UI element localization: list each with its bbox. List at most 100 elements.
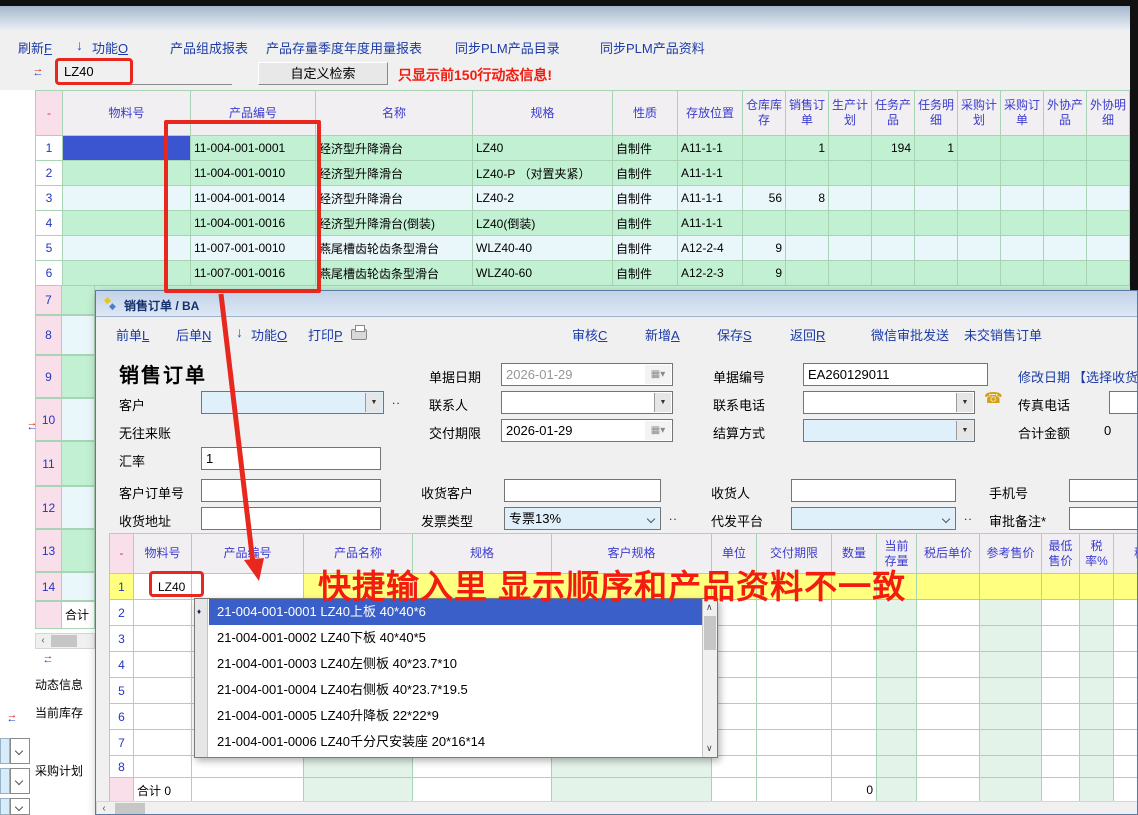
row-number[interactable]: 8 <box>35 315 62 355</box>
mobile-field[interactable] <box>1069 479 1138 502</box>
swap-icon[interactable]: →← <box>4 712 20 723</box>
swap-icon[interactable]: →← <box>24 420 40 431</box>
dropdown-scrollbar[interactable]: ∧ ∨ <box>702 599 717 757</box>
col-header[interactable]: 性质 <box>613 91 678 136</box>
col-header[interactable]: 名称 <box>316 91 473 136</box>
function-menu-button[interactable]: 功能O <box>251 325 287 344</box>
cell[interactable]: 自制件 <box>613 186 678 211</box>
main-h-scrollbar[interactable]: ‹ <box>35 633 95 649</box>
col-header[interactable]: 交付期限 <box>757 534 832 574</box>
combo-arrow[interactable]: ▼ <box>956 393 973 412</box>
col-header[interactable]: 生产计划 <box>829 91 872 136</box>
dropdown-item[interactable]: 21-004-001-0006 LZ40千分尺安装座 20*16*14 <box>209 729 702 755</box>
col-header[interactable]: 税 <box>1114 534 1138 574</box>
scroll-left-button[interactable]: ‹ <box>97 802 111 815</box>
grid-entry-cell[interactable]: LZ40 <box>134 574 192 600</box>
col-header[interactable]: 单位 <box>712 534 757 574</box>
col-header[interactable]: 任务产品 <box>872 91 915 136</box>
edge-combo[interactable] <box>0 768 10 794</box>
doc-date-field[interactable]: 2026-01-29▦▾ <box>501 363 673 386</box>
rate-field[interactable]: 1 <box>201 447 381 470</box>
chevron-down-icon[interactable] <box>647 515 655 523</box>
col-header[interactable]: 规格 <box>473 91 613 136</box>
cell[interactable]: 燕尾槽齿轮齿条型滑台 <box>316 236 473 261</box>
scroll-down-icon[interactable]: ∨ <box>706 743 713 754</box>
col-header-rownum[interactable]: - <box>36 91 63 136</box>
cell[interactable]: A11-1-1 <box>678 186 743 211</box>
phone-icon[interactable]: ☎ <box>984 389 1003 407</box>
invoice-combo[interactable]: 专票13% <box>504 507 661 530</box>
edge-combo[interactable] <box>0 738 10 764</box>
cell[interactable]: LZ40(倒装) <box>473 211 613 236</box>
back-button[interactable]: 返回R <box>790 325 825 344</box>
col-header[interactable]: 规格 <box>413 534 552 574</box>
swap-filter-icon[interactable]: →← <box>30 66 46 77</box>
cell[interactable]: LZ40-2 <box>473 186 613 211</box>
edge-combo[interactable] <box>0 798 10 815</box>
scrollbar-thumb[interactable] <box>115 803 145 815</box>
cell[interactable]: A11-1-1 <box>678 136 743 161</box>
col-header[interactable]: 税后单价 <box>917 534 980 574</box>
col-header[interactable]: 仓库库存 <box>743 91 786 136</box>
cell[interactable]: A12-2-4 <box>678 236 743 261</box>
platform-combo[interactable] <box>791 507 956 530</box>
col-header[interactable]: 任务明细 <box>915 91 958 136</box>
report-link-usage[interactable]: 产品存量季度年度用量报表 <box>266 38 422 57</box>
selected-cell[interactable] <box>63 136 191 161</box>
combo-arrow[interactable]: ▼ <box>654 393 671 412</box>
table-row[interactable]: 3 11-004-001-0014经济型升降滑台 LZ40-2自制件 A11-1… <box>36 186 1130 211</box>
dialog-titlebar[interactable]: ◆ ◆ 销售订单 / BA <box>96 291 1137 317</box>
browse-dots[interactable]: .. <box>669 509 678 523</box>
dropdown-item[interactable]: 21-004-001-0005 LZ40升降板 22*22*9 <box>209 703 702 729</box>
wechat-approve-button[interactable]: 微信审批发送 <box>871 325 949 344</box>
col-header[interactable]: 客户规格 <box>552 534 712 574</box>
row-number[interactable]: 9 <box>35 355 62 398</box>
dropdown-item[interactable]: 21-004-001-0001 LZ40上板 40*40*6 <box>209 599 702 625</box>
cell[interactable]: 经济型升降滑台 <box>316 136 473 161</box>
col-header[interactable]: 存放位置 <box>678 91 743 136</box>
col-header[interactable]: 产品编号 <box>191 91 316 136</box>
add-button[interactable]: 新增A <box>645 325 680 344</box>
side-label-purchase-plan[interactable]: 采购计划 <box>35 762 83 779</box>
cell[interactable]: 经济型升降滑台 <box>316 186 473 211</box>
dropdown-item[interactable]: 21-004-001-0002 LZ40下板 40*40*5 <box>209 625 702 651</box>
cell[interactable]: WLZ40-40 <box>473 236 613 261</box>
row-number[interactable]: 13 <box>35 529 62 572</box>
grid-row[interactable]: 8 <box>110 756 1138 778</box>
recv-addr-field[interactable] <box>201 507 381 530</box>
calendar-icon[interactable]: ▦▾ <box>645 421 671 440</box>
col-header[interactable]: 最低售价 <box>1042 534 1080 574</box>
sync-plm-catalog-link[interactable]: 同步PLM产品目录 <box>455 38 560 57</box>
sync-plm-data-link[interactable]: 同步PLM产品资料 <box>600 38 705 57</box>
refresh-button[interactable]: 刷新F <box>18 38 52 57</box>
row-number[interactable]: 7 <box>35 285 62 315</box>
customer-combo[interactable]: ▼ <box>201 391 384 414</box>
browse-dots[interactable]: .. <box>964 509 973 523</box>
delivery-date-field[interactable]: 2026-01-29▦▾ <box>501 419 673 442</box>
combo-arrow[interactable]: ▼ <box>956 421 973 440</box>
dialog-h-scrollbar[interactable]: ‹ <box>96 801 1138 815</box>
cell[interactable]: 11-004-001-0014 <box>191 186 316 211</box>
scroll-left-button[interactable]: ‹ <box>36 634 50 648</box>
col-header[interactable]: 物料号 <box>63 91 191 136</box>
cell[interactable]: 燕尾槽齿轮齿条型滑台 <box>316 261 473 286</box>
col-header[interactable]: 采购计划 <box>958 91 1001 136</box>
scrollbar-thumb[interactable] <box>704 616 716 650</box>
scroll-up-icon[interactable]: ∧ <box>706 602 713 613</box>
table-row[interactable]: 5 11-007-001-0010燕尾槽齿轮齿条型滑台 WLZ40-40自制件 … <box>36 236 1130 261</box>
table-row[interactable]: 4 11-004-001-0016经济型升降滑台(倒装) LZ40(倒装)自制件… <box>36 211 1130 236</box>
cell[interactable]: 11-004-001-0001 <box>191 136 316 161</box>
cust-order-field[interactable] <box>201 479 381 502</box>
scrollbar-thumb[interactable] <box>51 635 77 647</box>
col-header-rownum[interactable]: - <box>110 534 134 574</box>
calendar-icon[interactable]: ▦▾ <box>645 365 671 384</box>
cell[interactable]: A11-1-1 <box>678 211 743 236</box>
browse-dots[interactable]: .. <box>392 393 401 407</box>
cell[interactable]: 经济型升降滑台(倒装) <box>316 211 473 236</box>
col-header[interactable]: 数量 <box>832 534 877 574</box>
combo-arrow[interactable]: ▼ <box>365 393 382 412</box>
cell[interactable]: 自制件 <box>613 161 678 186</box>
doc-no-field[interactable]: EA260129011 <box>803 363 988 386</box>
side-label-current-stock[interactable]: 当前库存 <box>35 704 83 721</box>
table-row[interactable]: 6 11-007-001-0016燕尾槽齿轮齿条型滑台 WLZ40-60自制件 … <box>36 261 1130 286</box>
